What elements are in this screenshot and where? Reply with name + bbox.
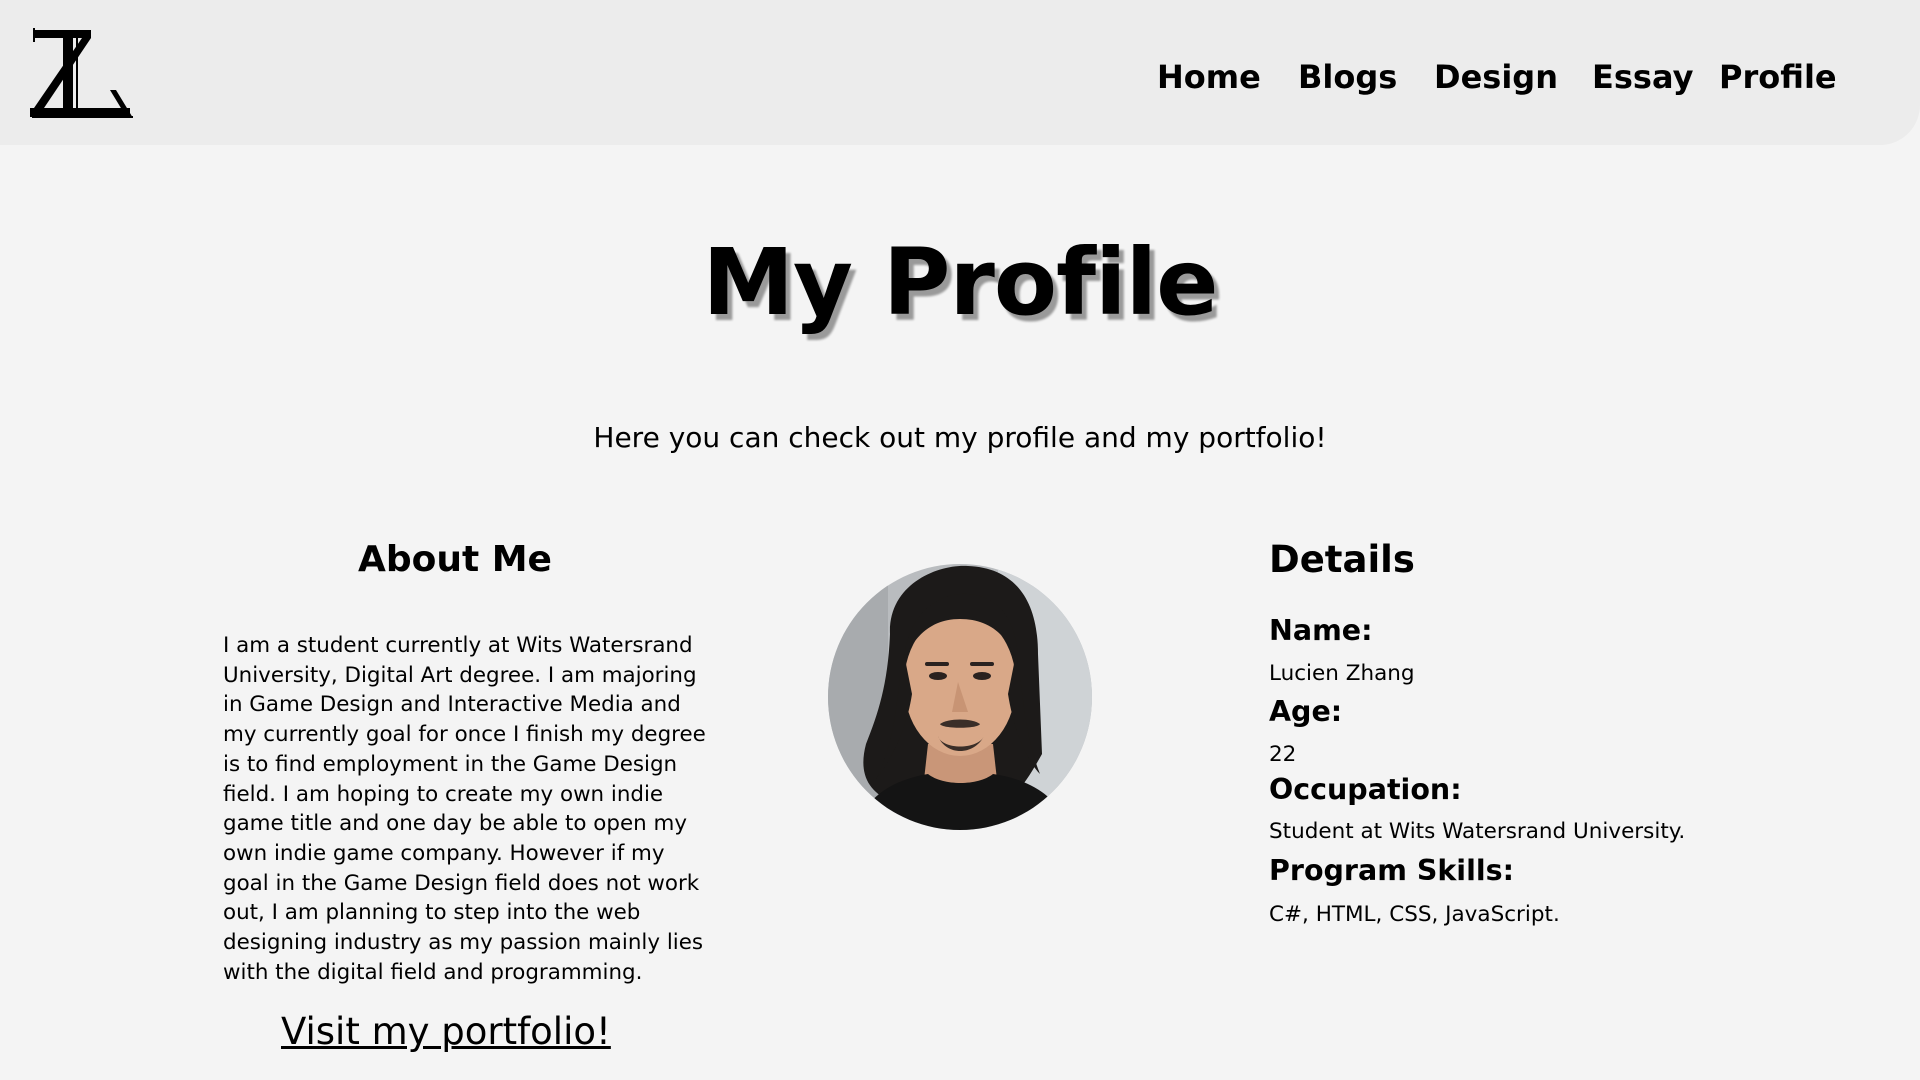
page-subtitle: Here you can check out my profile and my… (593, 421, 1327, 454)
profile-photo-image (828, 564, 1092, 830)
details-heading: Details (1269, 538, 1415, 581)
nav-link-home[interactable]: Home (1157, 52, 1261, 102)
name-value: Lucien Zhang (1269, 661, 1415, 686)
occupation-label: Occupation: (1269, 773, 1462, 806)
name-label: Name: (1269, 614, 1373, 647)
portfolio-link[interactable]: Visit my portfolio! (281, 1008, 611, 1056)
age-label: Age: (1269, 695, 1343, 728)
site-header: Home Blogs Design Essay Profile (0, 0, 1920, 145)
profile-photo (828, 564, 1092, 830)
main-nav: Home Blogs Design Essay Profile (0, 52, 1920, 102)
program-skills-label: Program Skills: (1269, 854, 1514, 887)
program-skills-value: C#, HTML, CSS, JavaScript. (1269, 902, 1560, 927)
nav-link-essay[interactable]: Essay (1592, 52, 1693, 102)
page-title: My Profile (702, 229, 1218, 336)
occupation-value: Student at Wits Watersrand University. (1269, 819, 1686, 844)
nav-link-profile[interactable]: Profile (1719, 52, 1837, 102)
nav-link-blogs[interactable]: Blogs (1298, 52, 1397, 102)
about-text: I am a student currently at Wits Watersr… (223, 633, 706, 985)
age-value: 22 (1269, 742, 1297, 767)
about-heading: About Me (358, 539, 552, 580)
nav-link-design[interactable]: Design (1434, 52, 1558, 102)
